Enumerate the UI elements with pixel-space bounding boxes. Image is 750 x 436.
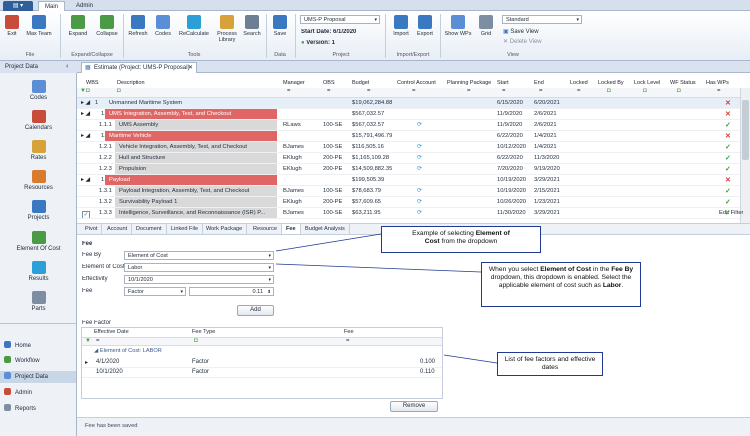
callout-2-text-b: Element of Cost [540, 266, 592, 273]
callout-2-text-d: Fee By [611, 266, 634, 273]
callout-2-text-f: Labor [602, 282, 622, 289]
callout-2-text-a: When you select [488, 266, 539, 273]
callout-1-text-c: Cost [424, 238, 440, 245]
callout-1-text-a: Example of selecting [412, 230, 474, 237]
callout-1-text-b: Element of [475, 230, 510, 237]
callout-1-text-d: from the dropdown [441, 238, 498, 245]
callout-2-text-c: in the [592, 266, 610, 273]
callout-arrow-2 [275, 263, 482, 273]
callout-fee-by: When you select Element of Cost in the F… [481, 262, 641, 307]
callout-fee-factor-list: List of fee factors and effective dates [497, 352, 603, 376]
callout-element-of-cost: Example of selecting Element of Cost from… [381, 226, 541, 253]
callout-arrow-3 [443, 354, 498, 364]
callout-arrow-1 [275, 233, 382, 252]
callout-arrows [275, 233, 498, 364]
